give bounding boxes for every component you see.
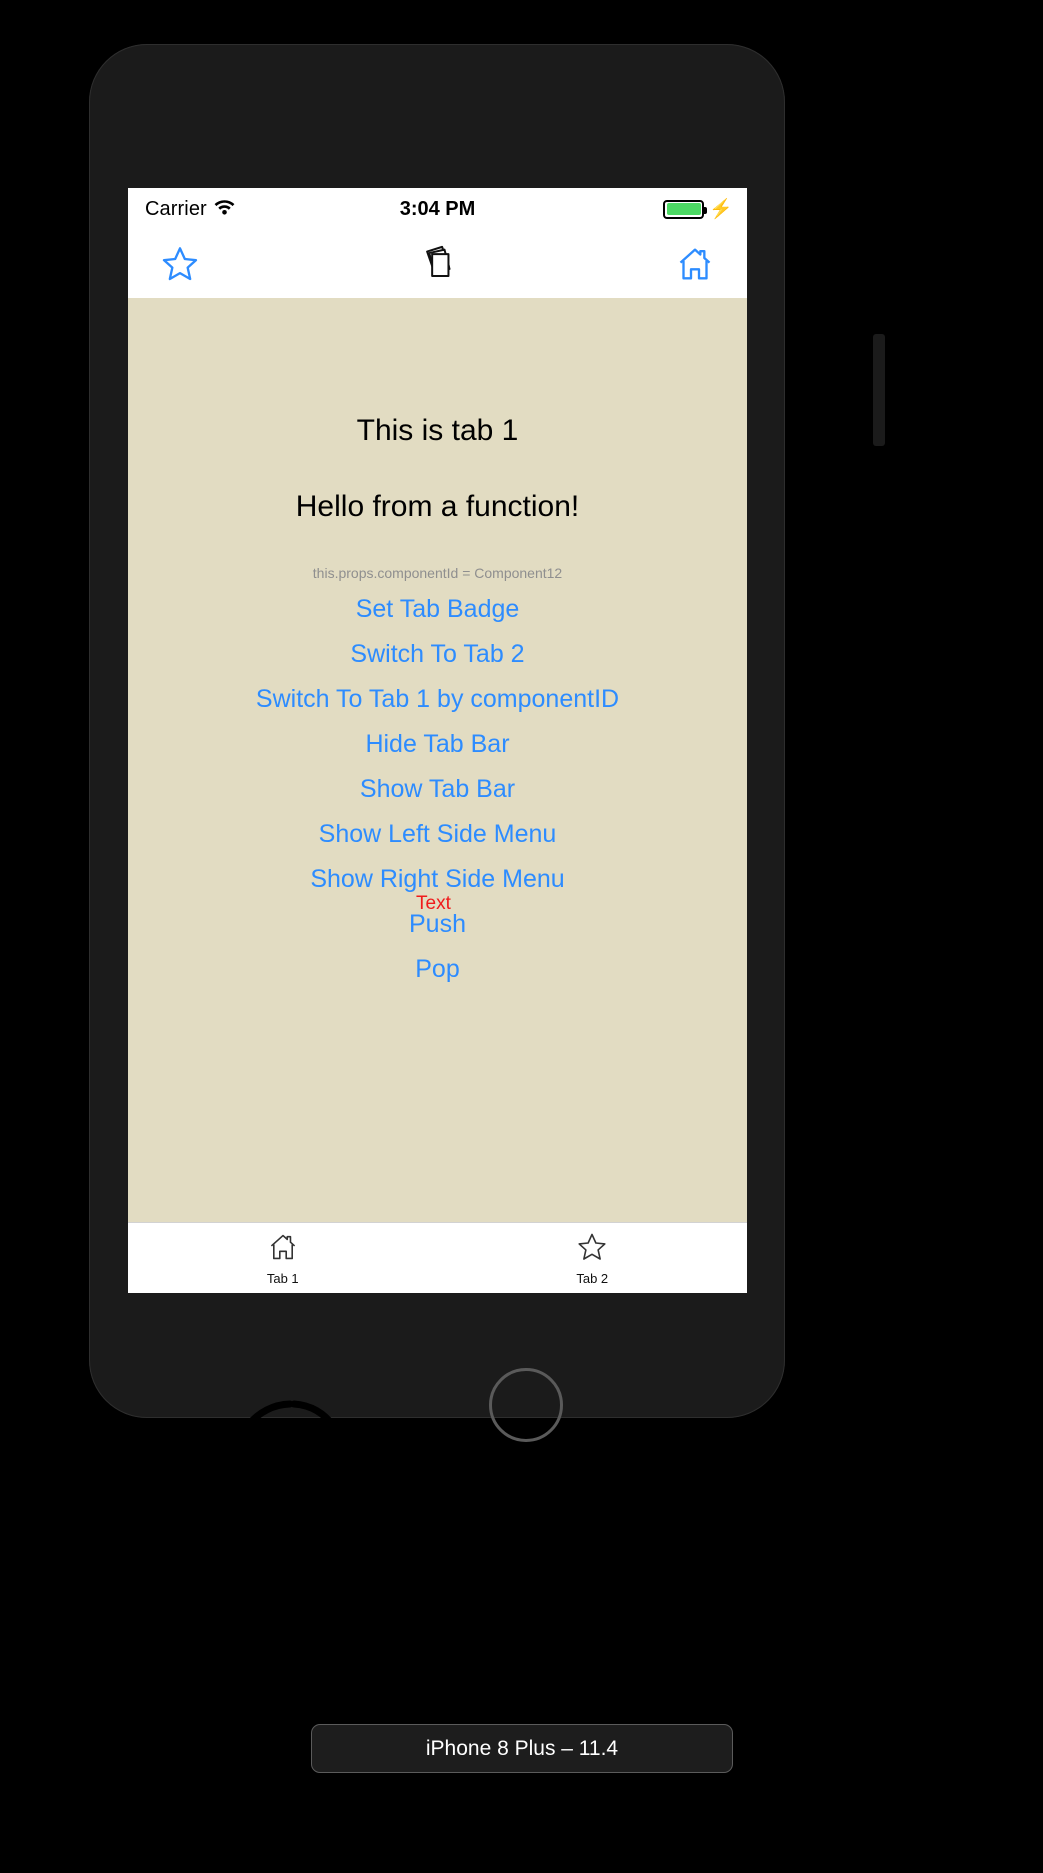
link-show-right-side-menu[interactable]: Show Right Side Menu: [128, 849, 747, 894]
tab-bar-item-tab-1[interactable]: Tab 1: [128, 1223, 438, 1293]
annotation-circle-around-tab-1: [232, 1400, 349, 1530]
simulator-screenshot: Carrier 3:04 PM ⚡ This is tab 1 Hello fr…: [0, 0, 1043, 1873]
link-show-left-side-menu[interactable]: Show Left Side Menu: [128, 804, 747, 849]
status-bar-clock: 3:04 PM: [128, 188, 747, 230]
battery-icon: [663, 199, 708, 219]
navigation-bar: [128, 230, 747, 298]
tab-bar: Tab 1 Tab 2: [128, 1222, 747, 1293]
link-hide-tab-bar[interactable]: Hide Tab Bar: [128, 714, 747, 759]
tab-bar-label-tab-1: Tab 1: [266, 1271, 299, 1286]
component-id-label: this.props.componentId = Component12: [312, 565, 563, 581]
link-show-tab-bar[interactable]: Show Tab Bar: [128, 759, 747, 804]
home-outline-icon: [267, 1231, 299, 1268]
link-switch-to-tab-1-by-id[interactable]: Switch To Tab 1 by componentID: [128, 669, 747, 714]
link-pop[interactable]: Pop: [128, 939, 747, 984]
star-outline-icon: [576, 1231, 608, 1268]
status-bar: Carrier 3:04 PM ⚡: [128, 188, 747, 230]
tab-content: This is tab 1 Hello from a function! thi…: [128, 298, 747, 1222]
link-set-tab-badge[interactable]: Set Tab Badge: [128, 581, 747, 624]
clock-label: 3:04 PM: [399, 197, 476, 220]
page-subtitle: Hello from a function!: [295, 490, 580, 523]
status-bar-right: ⚡: [663, 188, 733, 230]
tab-bar-item-tab-2[interactable]: Tab 2: [438, 1223, 748, 1293]
page-title: This is tab 1: [356, 414, 519, 447]
link-switch-to-tab-2[interactable]: Switch To Tab 2: [128, 624, 747, 669]
device-screen: Carrier 3:04 PM ⚡ This is tab 1 Hello fr…: [128, 188, 747, 1293]
stack-of-cards-icon[interactable]: [128, 230, 747, 298]
device-caption: iPhone 8 Plus – 11.4: [311, 1724, 733, 1773]
home-button[interactable]: [489, 1368, 563, 1442]
power-button[interactable]: [873, 334, 885, 446]
device-caption-label: iPhone 8 Plus – 11.4: [425, 1736, 619, 1760]
link-push[interactable]: Push: [128, 894, 747, 939]
lightning-bolt-icon: ⚡: [709, 198, 733, 220]
tab-bar-label-tab-2: Tab 2: [576, 1271, 609, 1286]
home-outline-icon[interactable]: [675, 230, 715, 298]
